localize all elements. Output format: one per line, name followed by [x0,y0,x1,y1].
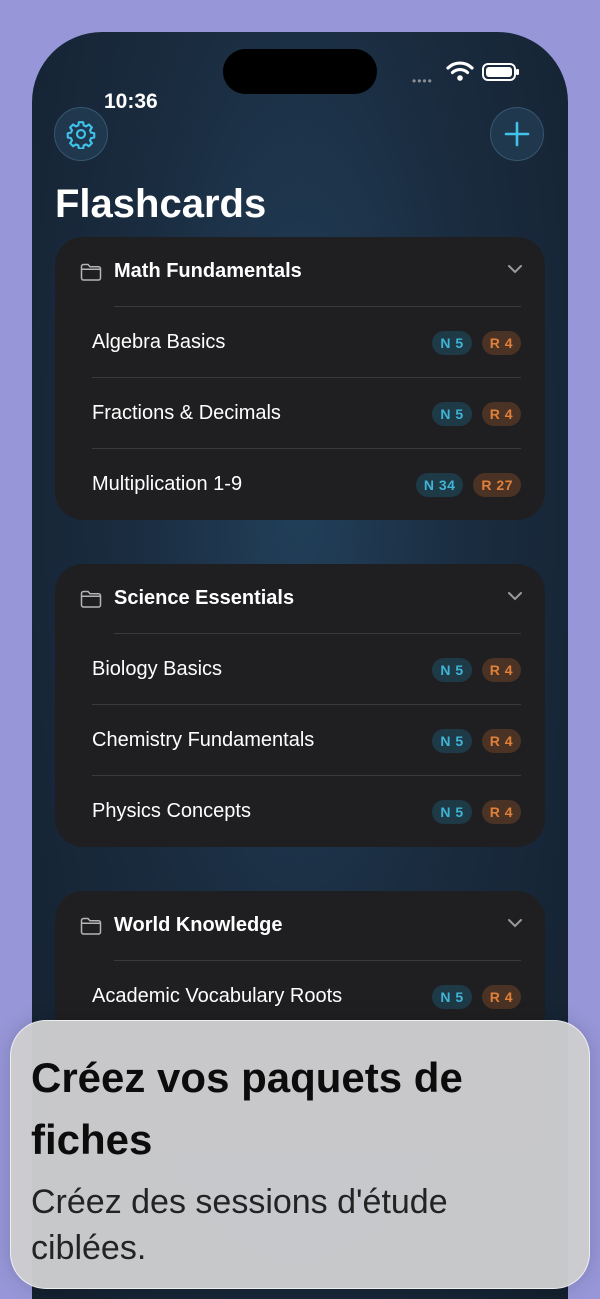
chevron-down-icon[interactable] [507,591,523,601]
deck-item-label: Biology Basics [92,658,223,680]
page-title: Flashcards [55,182,267,226]
review-count-badge: R 4 [481,729,521,753]
review-count-badge: R 4 [481,402,521,426]
onboarding-caption: Créez vos paquets de fiches Créez des se… [10,1020,590,1289]
deck-header[interactable]: World Knowledge [55,891,545,961]
wifi-icon [446,61,474,81]
deck-item-biology[interactable]: Biology Basics N 5 R 4 [55,634,545,705]
dynamic-island [223,49,377,94]
deck-item-label: Algebra Basics [92,331,226,353]
plus-icon [504,121,530,147]
deck-item-label: Academic Vocabulary Roots [92,985,343,1007]
new-count-badge: N 5 [432,985,472,1009]
deck-item-fractions[interactable]: Fractions & Decimals N 5 R 4 [55,378,545,449]
chevron-down-icon[interactable] [507,918,523,928]
deck-item-multiplication[interactable]: Multiplication 1-9 N 34 R 27 [55,449,545,520]
new-count-badge: N 5 [432,402,472,426]
new-count-badge: N 5 [432,658,472,682]
new-count-badge: N 5 [432,729,472,753]
status-time: 10:36 [104,90,158,113]
review-count-badge: R 4 [481,658,521,682]
deck-card-math: Math Fundamentals Algebra Basics N 5 R 4… [55,237,545,520]
deck-item-label: Physics Concepts [92,800,251,822]
chevron-down-icon[interactable] [507,264,523,274]
caption-title: Créez vos paquets de fiches [31,1054,463,1163]
settings-button[interactable] [54,107,108,161]
deck-card-science: Science Essentials Biology Basics N 5 R … [55,564,545,847]
caption-subtitle: Créez des sessions d'étude ciblées. [31,1183,448,1267]
deck-item-algebra[interactable]: Algebra Basics N 5 R 4 [55,307,545,378]
new-count-badge: N 5 [432,331,472,355]
deck-item-chemistry[interactable]: Chemistry Fundamentals N 5 R 4 [55,705,545,776]
deck-item-label: Chemistry Fundamentals [92,729,315,751]
folder-icon [80,917,102,935]
deck-item-label: Fractions & Decimals [92,402,281,424]
deck-header[interactable]: Science Essentials [55,564,545,634]
add-deck-button[interactable] [490,107,544,161]
folder-icon [80,590,102,608]
deck-header[interactable]: Math Fundamentals [55,237,545,307]
review-count-badge: R 27 [473,473,521,497]
review-count-badge: R 4 [481,985,521,1009]
folder-icon [80,263,102,281]
new-count-badge: N 34 [415,473,464,497]
deck-title: Science Essentials [114,587,295,609]
deck-item-label: Multiplication 1-9 [92,473,243,495]
review-count-badge: R 4 [481,331,521,355]
deck-title: World Knowledge [114,914,283,936]
gear-icon [66,121,96,149]
new-count-badge: N 5 [432,800,472,824]
review-count-badge: R 4 [481,800,521,824]
deck-title: Math Fundamentals [114,260,302,282]
battery-icon [482,63,519,81]
deck-item-physics[interactable]: Physics Concepts N 5 R 4 [55,776,545,847]
signal-icon: •••• [412,74,433,88]
